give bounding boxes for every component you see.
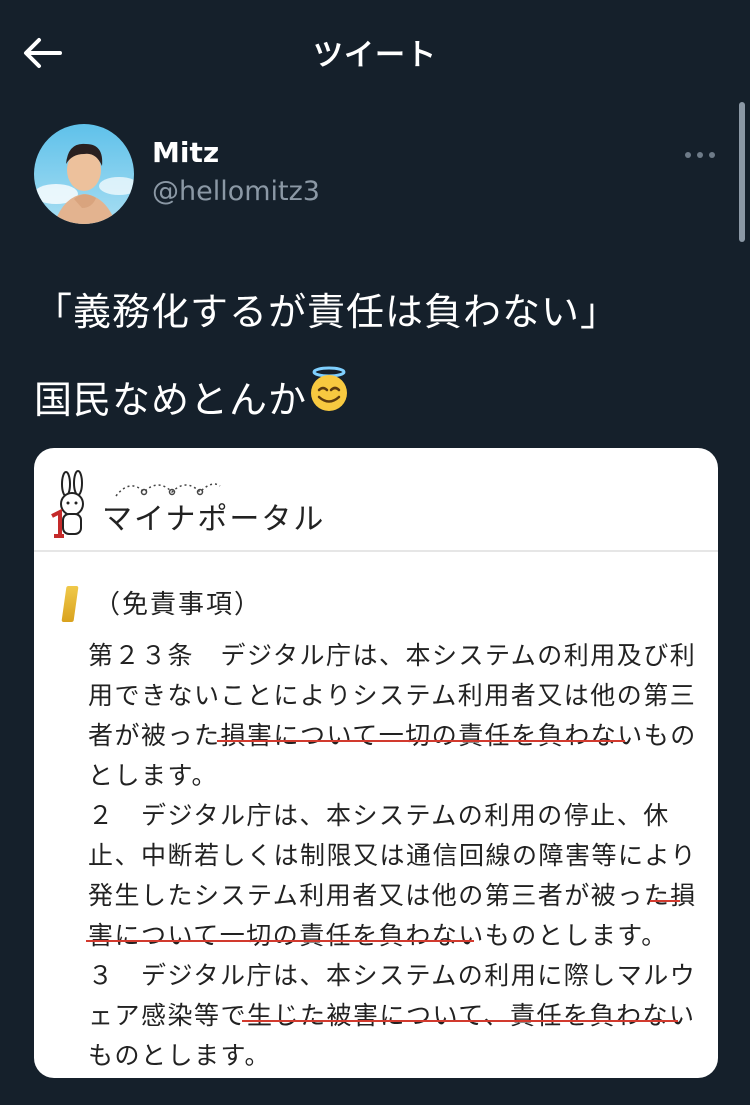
tweet-image-card[interactable]: マイナポータル （免責事項） 第２３条 デジタル庁は、本システムの利用及び利 用…: [34, 448, 718, 1078]
mynumber-rabbit-logo-icon: [51, 470, 84, 538]
clause-line: ものとします。: [88, 1041, 272, 1070]
page-title: ツイート: [313, 38, 437, 73]
tweet-text: 「義務化するが責任は負わない」 国民なめとんか: [34, 268, 724, 444]
avatar-image: [34, 124, 134, 224]
clause-line: とします。: [88, 761, 219, 790]
clause-line: 第２３条 デジタル庁は、本システムの利用及び利: [88, 641, 697, 670]
more-options-icon[interactable]: [684, 145, 716, 165]
tweet-line-1: 「義務化するが責任は負わない」: [34, 290, 620, 334]
clause-line: 者が被った損害について一切の責任を負わないもの: [88, 721, 697, 750]
red-underline: [650, 900, 680, 902]
halo-smile-emoji-icon: [307, 355, 351, 443]
clause-line: ２ デジタル庁は、本システムの利用の停止、休: [88, 801, 670, 830]
clause-line: ェア感染等で生じた被害について、責任を負わない: [88, 1001, 696, 1030]
tweet-line-2: 国民なめとんか: [34, 356, 724, 444]
top-bar: ツイート: [0, 0, 750, 104]
scrollbar[interactable]: [739, 102, 745, 242]
clause-line: 用できないことによりシステム利用者又は他の第三: [88, 681, 697, 710]
red-underline: [86, 940, 474, 942]
avatar[interactable]: [34, 124, 134, 224]
author-name[interactable]: Mitz: [152, 136, 219, 169]
section-title: （免責事項）: [94, 590, 263, 620]
clause-line: ３ デジタル庁は、本システムの利用に際しマルウ: [88, 961, 697, 990]
red-underline: [217, 740, 625, 742]
clause-line: 発生したシステム利用者又は他の第三者が被った損: [88, 881, 697, 910]
portal-title: マイナポータル: [102, 502, 326, 537]
portal-header: マイナポータル: [34, 448, 718, 552]
section-marker: [61, 586, 79, 622]
clause-line: 止、中断若しくは制限又は通信回線の障害等により: [88, 841, 698, 870]
clause-line: 害について一切の責任を負わないものとします。: [88, 921, 668, 950]
author-handle[interactable]: @hellomitz3: [152, 176, 320, 207]
red-underline: [242, 1020, 678, 1022]
